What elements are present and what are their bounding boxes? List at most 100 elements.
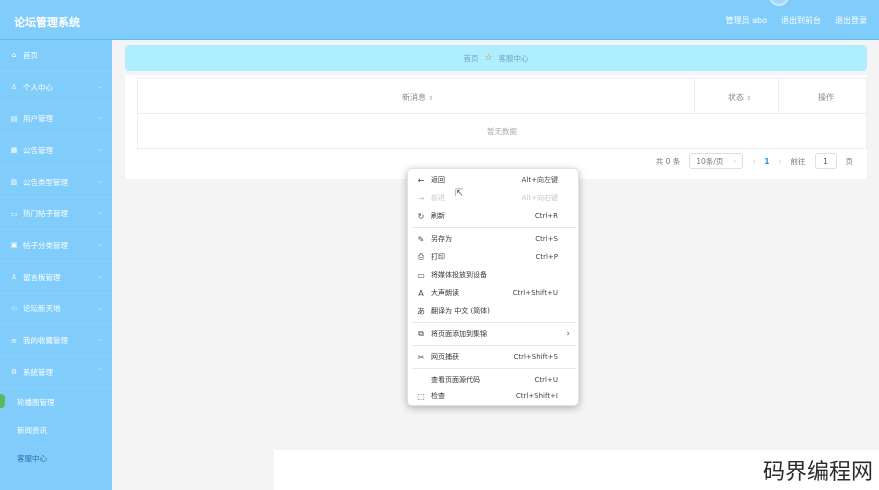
print-icon: ⎙ xyxy=(417,252,425,261)
sidebar-item-label: 热门帖子管理 xyxy=(23,209,68,219)
sidebar-item-label: 帖子分类管理 xyxy=(23,240,68,250)
menu-item-translate[interactable]: あ 翻译为 中文 (简体) xyxy=(408,302,580,320)
sidebar-item-notice-type-management[interactable]: ▥ 公告类型管理 ⌄ xyxy=(0,167,112,199)
cast-icon: ▭ xyxy=(417,270,425,280)
sidebar-item-label: 首页 xyxy=(23,50,38,60)
forum-icon: ☉ xyxy=(10,304,18,313)
person-icon: ♙ xyxy=(10,83,18,92)
menu-item-cast-media[interactable]: ▭ 将媒体投放到设备 xyxy=(408,266,580,284)
sidebar-subitem-news[interactable]: 新闻资讯 xyxy=(0,417,112,445)
star-icon: ☆ xyxy=(484,53,493,63)
sidebar-item-label: 个人中心 xyxy=(23,82,53,92)
mouse-cursor-icon: ⇱ xyxy=(455,188,464,199)
home-icon: ⌂ xyxy=(11,51,17,60)
sidebar-item-home[interactable]: ⌂ 首页 xyxy=(0,40,112,72)
context-menu: ← 返回 Alt+向左键 → 前进 Alt+向右键 ↻ 刷新 Ctrl+R ✎ … xyxy=(407,168,579,406)
menu-item-forward: → 前进 Alt+向右键 xyxy=(408,189,580,207)
chevron-down-icon: ⌄ xyxy=(96,114,102,122)
sidebar-item-label: 用户管理 xyxy=(23,114,53,124)
column-status[interactable]: 状态 ⇕ xyxy=(728,92,751,103)
read-aloud-icon: A xyxy=(418,288,424,298)
refresh-icon: ↻ xyxy=(417,211,425,221)
menu-separator xyxy=(412,345,576,346)
column-divider xyxy=(778,79,779,114)
sidebar-item-label: 留言板管理 xyxy=(23,272,61,282)
header-actions: 管理员 abo 退出到前台 退出登录 xyxy=(726,15,867,26)
logout-link[interactable]: 退出登录 xyxy=(835,15,867,26)
column-divider xyxy=(694,79,695,114)
sidebar-item-label: 系统管理 xyxy=(23,367,53,377)
sidebar-subitem-carousel[interactable]: 轮播图管理 xyxy=(0,389,112,417)
breadcrumb: 首页 ☆ 客服中心 xyxy=(125,45,867,71)
floating-handle[interactable] xyxy=(0,394,5,408)
app-title: 论坛管理系统 xyxy=(14,16,80,29)
chevron-down-icon: ⌄ xyxy=(732,157,738,164)
table-header: 新消息 ⇕ 状态 ⇕ 操作 xyxy=(138,79,866,114)
inspect-icon: ⬚ xyxy=(417,391,425,401)
collections-icon: ⧉ xyxy=(418,329,424,338)
sidebar-item-favorites-management[interactable]: ≡ 我的收藏管理 ⌄ xyxy=(0,325,112,357)
menu-item-back[interactable]: ← 返回 Alt+向左键 xyxy=(408,171,580,189)
message-icon: ♙ xyxy=(10,273,18,282)
menu-item-save-as[interactable]: ✎ 另存为 Ctrl+S xyxy=(408,230,580,248)
favorite-icon: ≡ xyxy=(11,336,17,345)
chevron-right-icon: › xyxy=(566,329,570,339)
page-number[interactable]: 1 xyxy=(764,157,769,166)
users-icon: ▤ xyxy=(10,114,18,123)
menu-separator xyxy=(412,227,576,228)
sort-icon[interactable]: ⇕ xyxy=(428,95,433,102)
goto-page-input[interactable]: 1 xyxy=(814,153,837,169)
admin-label: 管理员 abo xyxy=(725,16,767,25)
back-arrow-icon: ← xyxy=(417,175,425,185)
chevron-up-icon: ⌃ xyxy=(96,367,102,375)
pagination: 共 0 条 10条/页 ⌄ ‹ 1 › 前往 1 页 xyxy=(656,152,853,170)
sidebar-item-label: 论坛新天地 xyxy=(23,304,61,314)
next-page-icon[interactable]: › xyxy=(779,157,782,166)
page-size-select[interactable]: 10条/页 ⌄ xyxy=(689,153,744,169)
goto-label: 前往 xyxy=(790,156,806,166)
column-actions: 操作 xyxy=(818,93,834,102)
web-capture-icon: ✂ xyxy=(417,352,425,362)
breadcrumb-current: 客服中心 xyxy=(498,53,529,63)
save-as-icon: ✎ xyxy=(417,234,425,244)
sidebar: ⌂ 首页 ♙ 个人中心 ⌄ ▤ 用户管理 ⌄ ▦ 公告管理 ⌄ ▥ 公告类型管理… xyxy=(0,40,112,490)
settings-icon: ⚙ xyxy=(10,368,18,377)
chevron-down-icon: ⌄ xyxy=(96,272,102,280)
menu-item-web-capture[interactable]: ✂ 网页捕获 Ctrl+Shift+S xyxy=(408,348,580,366)
column-new-message[interactable]: 新消息 ⇕ xyxy=(402,92,433,103)
sidebar-item-system-management[interactable]: ⚙ 系统管理 ⌃ xyxy=(0,357,112,389)
sort-icon[interactable]: ⇕ xyxy=(746,95,751,102)
sidebar-item-personal-center[interactable]: ♙ 个人中心 ⌄ xyxy=(0,72,112,104)
empty-state: 暂无数据 xyxy=(487,126,517,136)
table-panel: 新消息 ⇕ 状态 ⇕ 操作 暂无数据 共 0 条 10条/页 ⌄ ‹ 1 › 前… xyxy=(125,75,867,179)
chevron-down-icon: ⌄ xyxy=(96,241,102,249)
sidebar-item-notice-management[interactable]: ▦ 公告管理 ⌄ xyxy=(0,135,112,167)
menu-item-read-aloud[interactable]: A 大声朗读 Ctrl+Shift+U xyxy=(408,284,580,302)
sidebar-item-user-management[interactable]: ▤ 用户管理 ⌄ xyxy=(0,103,112,136)
sidebar-item-label: 公告类型管理 xyxy=(23,177,68,187)
translate-icon: あ xyxy=(417,306,425,316)
menu-item-add-to-collections[interactable]: ⧉ 将页面添加到集锦 › xyxy=(408,325,580,343)
page-unit: 页 xyxy=(845,156,854,166)
chevron-down-icon: ⌄ xyxy=(96,177,102,185)
sidebar-item-message-board-management[interactable]: ♙ 留言板管理 ⌄ xyxy=(0,262,112,294)
total-count: 共 0 条 xyxy=(655,156,681,166)
sidebar-item-hot-posts-management[interactable]: ▭ 热门帖子管理 ⌄ xyxy=(0,198,112,231)
breadcrumb-home[interactable]: 首页 xyxy=(463,53,478,64)
sidebar-subitem-customer-service[interactable]: 客服中心 xyxy=(0,445,112,473)
menu-separator xyxy=(412,368,576,369)
sidebar-item-label: 公告管理 xyxy=(23,145,53,155)
forward-arrow-icon: → xyxy=(417,193,425,203)
sidebar-item-forum-world[interactable]: ☉ 论坛新天地 ⌄ xyxy=(0,294,112,326)
menu-item-inspect[interactable]: ⬚ 检查 Ctrl+Shift+I xyxy=(408,387,580,405)
avatar[interactable] xyxy=(769,0,789,6)
menu-item-refresh[interactable]: ↻ 刷新 Ctrl+R xyxy=(408,207,580,225)
chevron-down-icon: ⌄ xyxy=(96,146,102,154)
menu-item-print[interactable]: ⎙ 打印 Ctrl+P xyxy=(408,248,580,266)
sidebar-item-post-category-management[interactable]: ▣ 帖子分类管理 ⌄ xyxy=(0,230,112,262)
sidebar-item-label: 我的收藏管理 xyxy=(23,336,68,346)
prev-page-icon[interactable]: ‹ xyxy=(752,157,755,166)
back-to-frontend-link[interactable]: 退出到前台 xyxy=(781,15,821,26)
list-icon: ▣ xyxy=(10,241,18,250)
top-header: 论坛管理系统 管理员 abo 退出到前台 退出登录 xyxy=(0,0,879,40)
